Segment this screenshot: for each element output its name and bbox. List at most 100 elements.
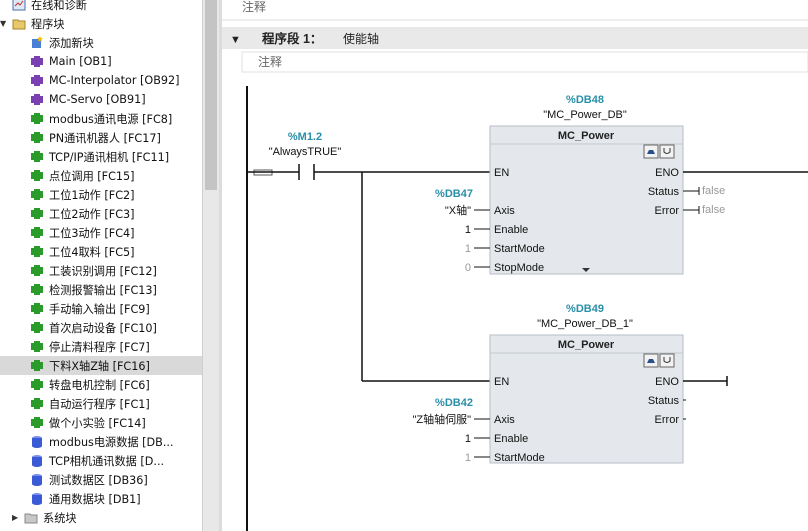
tree-item-label: 添加新块 bbox=[49, 36, 94, 50]
tree-item[interactable]: Main [OB1] bbox=[0, 52, 202, 71]
tree-item[interactable]: 工位3动作 [FC4] bbox=[0, 223, 202, 242]
fc-block-icon bbox=[30, 264, 44, 277]
collapse-arrow-icon[interactable]: ▶ bbox=[12, 513, 22, 522]
tree-item[interactable]: 停止清料程序 [FC7] bbox=[0, 337, 202, 356]
enable-value[interactable]: 1 bbox=[465, 433, 471, 445]
tree-item-label: 首次启动设备 [FC10] bbox=[49, 321, 157, 335]
block-title: MC_Power bbox=[558, 339, 615, 351]
block-comment[interactable]: 注释 bbox=[242, 0, 266, 14]
instance-db-address: %DB49 bbox=[566, 303, 604, 315]
ob-block-icon bbox=[30, 74, 44, 87]
fc-block-icon bbox=[30, 302, 44, 315]
tree-item-label: MC-Servo [OB91] bbox=[49, 93, 146, 106]
tree-item[interactable]: 转盘电机控制 [FC6] bbox=[0, 375, 202, 394]
instance-db-name[interactable]: "MC_Power_DB_1" bbox=[537, 318, 633, 330]
tree-item-label: 工装识别调用 [FC12] bbox=[49, 264, 157, 278]
startmode-value[interactable]: 1 bbox=[465, 452, 471, 464]
project-tree-scrollbar[interactable] bbox=[202, 0, 219, 531]
block-help-icon[interactable] bbox=[643, 144, 659, 159]
tree-item[interactable]: ▼ 程序块 bbox=[0, 14, 202, 33]
tree-item-label: 系统块 bbox=[43, 511, 77, 525]
tree-item[interactable]: 工位4取料 [FC5] bbox=[0, 242, 202, 261]
fc-block-icon bbox=[30, 340, 44, 353]
network-title[interactable]: 使能轴 bbox=[343, 31, 379, 46]
tree-item[interactable]: ▶ 系统块 bbox=[0, 508, 202, 527]
tree-item-label: 通用数据块 [DB1] bbox=[49, 492, 141, 506]
pin-error: Error bbox=[655, 205, 680, 217]
tree-item[interactable]: TCP相机通讯数据 [D... bbox=[0, 451, 202, 470]
tree-item-label: MC-Interpolator [OB92] bbox=[49, 74, 180, 87]
fc-block-icon bbox=[30, 169, 44, 182]
tree-item-label: 工位4取料 [FC5] bbox=[49, 245, 135, 259]
tree-item[interactable]: modbus电源数据 [DB... bbox=[0, 432, 202, 451]
tree-item[interactable]: 点位调用 [FC15] bbox=[0, 166, 202, 185]
tree-item[interactable]: 工位2动作 [FC3] bbox=[0, 204, 202, 223]
db-block-icon bbox=[30, 492, 44, 505]
tree-item[interactable]: 首次启动设备 [FC10] bbox=[0, 318, 202, 337]
tree-item[interactable]: MC-Interpolator [OB92] bbox=[0, 71, 202, 90]
scrollbar-thumb[interactable] bbox=[205, 0, 217, 190]
axis-operand[interactable]: "X轴" bbox=[445, 203, 471, 217]
axis-operand[interactable]: "Z轴轴伺服" bbox=[412, 412, 471, 426]
tree-item-label: 转盘电机控制 [FC6] bbox=[49, 378, 150, 392]
tree-item-label: 自动运行程序 [FC1] bbox=[49, 397, 150, 411]
expand-arrow-icon[interactable]: ▼ bbox=[0, 19, 10, 28]
fc-block-icon bbox=[30, 359, 44, 372]
fc-block-icon bbox=[30, 397, 44, 410]
tree-item-label: TCP/IP通讯相机 [FC11] bbox=[49, 150, 170, 164]
enable-value[interactable]: 1 bbox=[465, 224, 471, 236]
pin-status: Status bbox=[648, 395, 680, 407]
tree-item-label: modbus电源数据 [DB... bbox=[49, 435, 174, 449]
stopmode-value[interactable]: 0 bbox=[465, 262, 471, 274]
online-diagnostics-icon bbox=[12, 0, 26, 11]
tree-item[interactable]: 下料X轴Z轴 [FC16] bbox=[0, 356, 202, 375]
error-value[interactable]: false bbox=[702, 204, 725, 216]
network-label: 程序段 1： bbox=[262, 31, 322, 46]
fc-block-icon bbox=[30, 112, 44, 125]
tree-item-label: 在线和诊断 bbox=[31, 0, 87, 12]
contact-symbol[interactable]: "AlwaysTRUE" bbox=[269, 146, 342, 158]
fc-block-icon bbox=[30, 226, 44, 239]
tree-item[interactable]: 工装识别调用 [FC12] bbox=[0, 261, 202, 280]
block-help-icon[interactable] bbox=[643, 353, 659, 368]
tree-item[interactable]: 做个小实验 [FC14] bbox=[0, 413, 202, 432]
tree-item[interactable]: TCP/IP通讯相机 [FC11] bbox=[0, 147, 202, 166]
pin-error: Error bbox=[655, 414, 680, 426]
tree-item-label: 程序块 bbox=[31, 17, 65, 31]
tree-item[interactable]: 自动运行程序 [FC1] bbox=[0, 394, 202, 413]
tree-item[interactable]: 通用数据块 [DB1] bbox=[0, 489, 202, 508]
block-tool-icon[interactable] bbox=[659, 144, 675, 159]
project-tree: 在线和诊断 ▼ 程序块添加新块 Main [OB1] MC-Interpolator [… bbox=[0, 0, 202, 531]
tree-item[interactable]: 工艺对象 bbox=[0, 527, 202, 531]
tree-item-label: Main [OB1] bbox=[49, 55, 112, 68]
network-comment-box[interactable] bbox=[241, 51, 808, 73]
network-collapse-icon[interactable]: ▼ bbox=[230, 34, 241, 46]
tree-item[interactable]: 检测报警输出 [FC13] bbox=[0, 280, 202, 299]
network-comment[interactable]: 注释 bbox=[258, 54, 282, 69]
tree-item[interactable]: 在线和诊断 bbox=[0, 0, 202, 14]
axis-db-address: %DB47 bbox=[435, 188, 473, 200]
tree-item[interactable]: MC-Servo [OB91] bbox=[0, 90, 202, 109]
block-tool-icon[interactable] bbox=[659, 353, 675, 368]
tree-item-label: PN通讯机器人 [FC17] bbox=[49, 131, 161, 145]
tree-item[interactable]: PN通讯机器人 [FC17] bbox=[0, 128, 202, 147]
pin-eno: ENO bbox=[655, 167, 679, 179]
pin-axis: Axis bbox=[494, 205, 515, 217]
tree-item[interactable]: 添加新块 bbox=[0, 33, 202, 52]
pin-stopmode: StopMode bbox=[494, 262, 544, 274]
db-block-icon bbox=[30, 473, 44, 486]
tree-item[interactable]: 手动输入输出 [FC9] bbox=[0, 299, 202, 318]
tree-item-label: modbus通讯电源 [FC8] bbox=[49, 112, 173, 126]
instance-db-name[interactable]: "MC_Power_DB" bbox=[543, 109, 627, 121]
db-block-icon bbox=[30, 454, 44, 467]
pin-eno: ENO bbox=[655, 376, 679, 388]
tree-item[interactable]: 测试数据区 [DB36] bbox=[0, 470, 202, 489]
ladder-editor: 注释 ▼ 程序段 1： 使能轴 注释 %M1.2 "AlwaysTRUE" %D… bbox=[222, 0, 808, 531]
startmode-value[interactable]: 1 bbox=[465, 243, 471, 255]
tree-item[interactable]: 工位1动作 [FC2] bbox=[0, 185, 202, 204]
fc-block-icon bbox=[30, 378, 44, 391]
pin-startmode: StartMode bbox=[494, 243, 545, 255]
tree-item-label: 工位3动作 [FC4] bbox=[49, 226, 135, 240]
tree-item[interactable]: modbus通讯电源 [FC8] bbox=[0, 109, 202, 128]
status-value[interactable]: false bbox=[702, 185, 725, 197]
